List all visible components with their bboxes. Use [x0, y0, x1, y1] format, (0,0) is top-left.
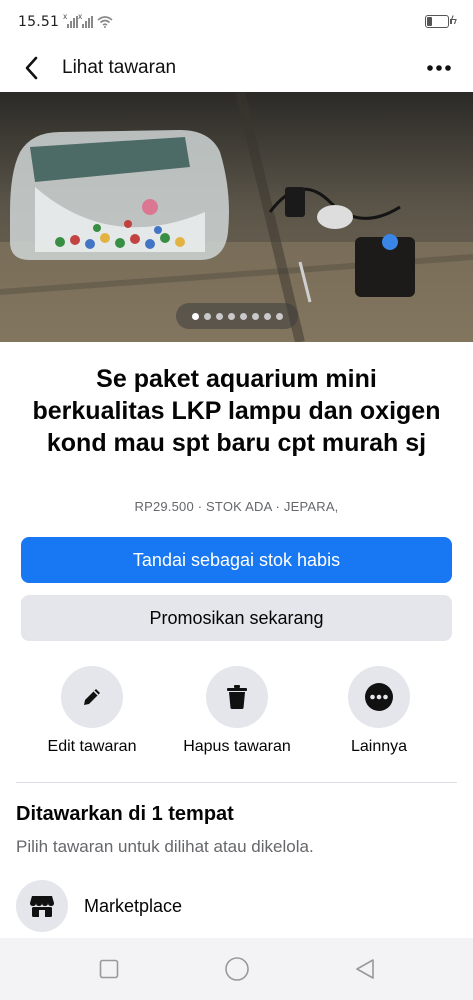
edit-listing-button[interactable]: Edit tawaran: [17, 666, 167, 756]
pagination-dot: [239, 312, 247, 320]
promote-button[interactable]: Promosikan sekarang: [21, 595, 452, 641]
status-time: 15.51: [18, 14, 60, 30]
marketplace-shop-icon: [30, 896, 54, 917]
pagination-dot: [251, 312, 259, 320]
section-subtitle: Pilih tawaran untuk dilihat atau dikelol…: [16, 837, 314, 856]
pagination-dot: [275, 312, 283, 320]
listing-actions: Edit tawaran Hapus tawaran Lainnya: [0, 666, 473, 766]
battery-icon: [425, 15, 452, 28]
wifi-icon: [97, 16, 113, 28]
mark-sold-button[interactable]: Tandai sebagai stok habis: [21, 537, 452, 583]
delete-listing-label: Hapus tawaran: [183, 738, 291, 755]
pagination-dot: [203, 312, 211, 320]
page-title: Lihat tawaran: [62, 57, 177, 78]
pagination-dot: [227, 312, 235, 320]
pencil-icon: [84, 689, 100, 705]
listing-title: Se paket aquarium mini berkualitas LKP l…: [32, 365, 441, 457]
circle-icon: [225, 957, 249, 981]
delete-listing-circle[interactable]: [206, 666, 268, 728]
pagination-dot: [263, 312, 271, 320]
chevron-left-icon: [25, 56, 38, 80]
more-actions-circle[interactable]: [348, 666, 410, 728]
triangle-back-icon: [356, 959, 374, 979]
recent-apps-button[interactable]: [96, 956, 122, 982]
photo-pagination: [176, 303, 298, 329]
charging-icon: ϟ: [450, 13, 457, 27]
more-options-button[interactable]: [419, 48, 459, 88]
place-item-marketplace[interactable]: Marketplace: [16, 878, 457, 934]
more-dots-icon: [365, 683, 393, 711]
divider: [16, 782, 457, 783]
place-icon-circle: [16, 880, 68, 932]
more-actions-label: Lainnya: [350, 738, 408, 755]
place-label: Marketplace: [84, 895, 183, 916]
edit-listing-label: Edit tawaran: [47, 738, 137, 755]
delete-listing-button[interactable]: Hapus tawaran: [162, 666, 312, 756]
status-icons: x x: [63, 12, 113, 28]
signal-icon: x: [63, 12, 79, 28]
signal-icon: x: [78, 12, 94, 28]
status-bar: 15.51 x x ϟ: [0, 0, 473, 44]
back-nav-button[interactable]: [352, 956, 378, 982]
system-nav-bar: [0, 938, 473, 1000]
trash-icon: [227, 685, 247, 709]
edit-listing-circle[interactable]: [61, 666, 123, 728]
section-title: Ditawarkan di 1 tempat: [16, 803, 234, 825]
more-horizontal-icon: [427, 65, 451, 71]
square-icon: [99, 959, 119, 979]
listing-meta: RP29.500 · STOK ADA · JEPARA,: [134, 499, 339, 514]
home-button[interactable]: [224, 956, 250, 982]
back-button[interactable]: [12, 48, 52, 88]
app-header: Lihat tawaran: [0, 44, 473, 92]
pagination-dot: [191, 312, 199, 320]
more-actions-button[interactable]: Lainnya: [304, 666, 454, 756]
pagination-dot: [215, 312, 223, 320]
